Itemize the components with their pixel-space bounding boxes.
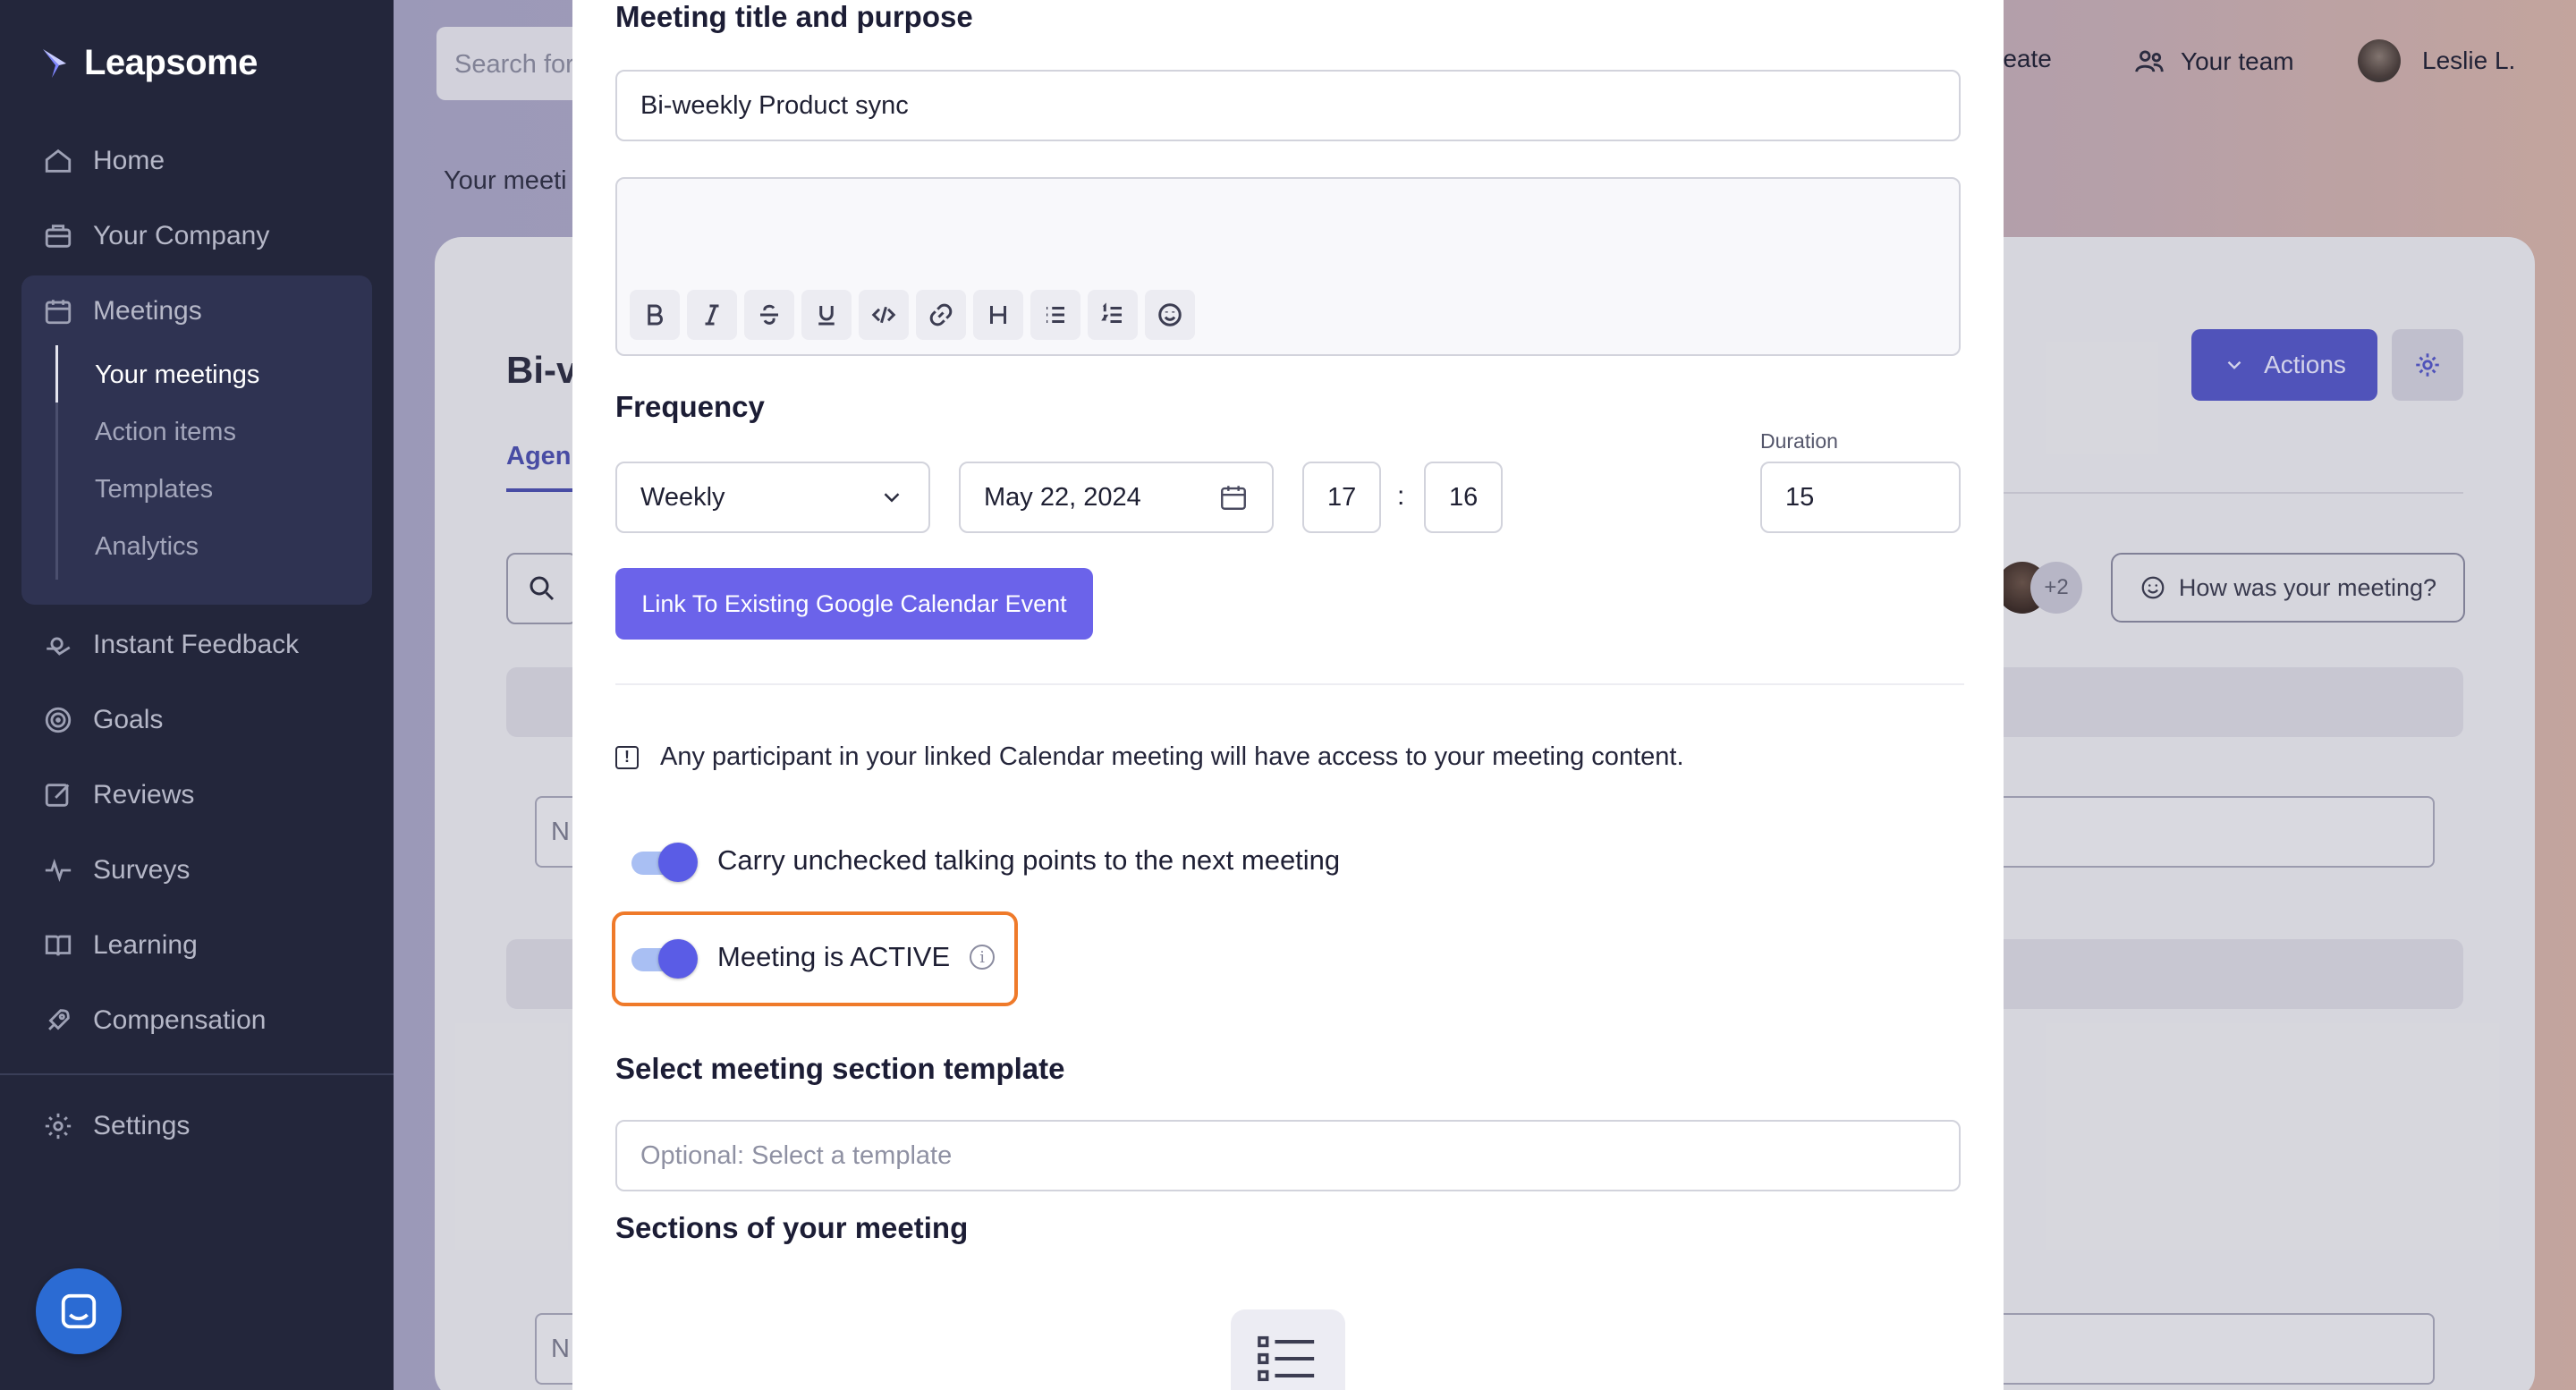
numbered-list-button[interactable] <box>1088 290 1138 340</box>
sidebar-item-your-company[interactable]: Your Company <box>43 214 269 259</box>
strikethrough-icon <box>760 304 778 325</box>
toggle-knob <box>658 843 698 882</box>
sidebar-item-goals[interactable]: Goals <box>43 698 163 742</box>
sidebar-item-label: Learning <box>93 930 198 960</box>
leapsome-logo[interactable]: Leapsome <box>39 43 258 83</box>
duration-input[interactable]: 15 <box>1760 462 1961 533</box>
carry-talking-points-row: Carry unchecked talking points to the ne… <box>631 843 1341 882</box>
home-icon <box>45 148 72 173</box>
time-separator: : <box>1397 481 1405 511</box>
book-icon <box>45 935 72 956</box>
sidebar-item-label: Your Company <box>93 221 270 250</box>
start-date-input[interactable]: May 22, 2024 <box>959 462 1274 533</box>
carry-talking-points-label: Carry unchecked talking points to the ne… <box>717 844 1341 876</box>
duration-label: Duration <box>1760 429 1838 453</box>
emoji-button[interactable] <box>1145 290 1195 340</box>
meeting-purpose-editor[interactable] <box>615 177 1961 356</box>
sidebar-item-label: Goals <box>93 705 164 734</box>
meeting-title-input[interactable]: Bi-weekly Product sync <box>615 70 1961 141</box>
underline-button[interactable] <box>801 290 852 340</box>
frequency-select[interactable]: Weekly <box>615 462 930 533</box>
sidebar-item-label: Reviews <box>93 780 195 809</box>
sidebar-item-label: Instant Feedback <box>93 630 300 659</box>
alert-icon: ! <box>615 745 639 769</box>
toggle-knob <box>658 939 698 979</box>
sidebar-divider <box>0 1073 394 1075</box>
start-date-value: May 22, 2024 <box>984 482 1141 512</box>
bullet-list-icon <box>1046 307 1064 323</box>
sidebar-subitem-action-items[interactable]: Action items <box>95 418 236 447</box>
chat-icon <box>61 1293 97 1329</box>
sidebar-item-label: Meetings <box>93 296 202 326</box>
numbered-list-icon <box>1101 302 1122 323</box>
sidebar-item-learning[interactable]: Learning <box>43 923 198 968</box>
sidebar-item-meetings[interactable]: Meetings <box>43 289 202 334</box>
chevron-down-icon <box>884 493 900 503</box>
sidebar-item-instant-feedback[interactable]: Instant Feedback <box>43 623 299 667</box>
calendar-icon <box>1221 486 1246 510</box>
target-icon <box>45 707 72 733</box>
frequency-heading: Frequency <box>615 390 765 423</box>
strikethrough-button[interactable] <box>744 290 794 340</box>
modal-divider <box>615 683 1964 685</box>
sidebar-item-compensation[interactable]: Compensation <box>43 998 266 1043</box>
sidebar-subitem-your-meetings[interactable]: Your meetings <box>95 360 259 390</box>
feedback-icon <box>47 637 71 656</box>
info-icon[interactable]: i <box>970 945 996 970</box>
sidebar-item-label: Home <box>93 146 165 175</box>
sidebar-item-home[interactable]: Home <box>43 139 165 183</box>
list-icon <box>1258 1335 1315 1382</box>
meeting-active-toggle[interactable] <box>631 939 698 979</box>
section-template-placeholder: Optional: Select a template <box>640 1140 953 1170</box>
start-hour-input[interactable]: 17 <box>1302 462 1381 533</box>
gear-icon <box>45 1113 72 1140</box>
section-template-heading: Select meeting section template <box>615 1052 1065 1085</box>
sidebar-item-reviews[interactable]: Reviews <box>43 773 194 818</box>
sidebar: Leapsome Home Your Company Meetings Your… <box>0 0 394 1390</box>
bold-button[interactable] <box>630 290 680 340</box>
empty-sections-illustration <box>1231 1309 1345 1390</box>
calendar-icon <box>45 300 72 325</box>
section-template-select[interactable]: Optional: Select a template <box>615 1120 1961 1191</box>
submenu-active-indicator <box>55 345 58 403</box>
bullet-list-button[interactable] <box>1030 290 1080 340</box>
emoji-icon <box>1158 303 1182 326</box>
link-button[interactable] <box>916 290 966 340</box>
link-icon <box>929 303 953 326</box>
logo-text: Leapsome <box>84 43 258 82</box>
support-chat-button[interactable] <box>36 1268 122 1354</box>
underline-icon <box>818 306 835 326</box>
sidebar-item-settings[interactable]: Settings <box>43 1104 190 1148</box>
meeting-title-heading: Meeting title and purpose <box>615 0 973 33</box>
briefcase-icon <box>45 225 72 248</box>
sections-heading: Sections of your meeting <box>615 1211 969 1244</box>
sidebar-item-label: Surveys <box>93 855 191 885</box>
code-icon <box>871 306 896 324</box>
sidebar-subitem-templates[interactable]: Templates <box>95 475 213 504</box>
sidebar-item-label: Compensation <box>93 1005 267 1035</box>
leapsome-bird-icon <box>43 48 66 78</box>
italic-icon <box>705 304 719 326</box>
edit-icon <box>45 784 70 807</box>
sidebar-item-surveys[interactable]: Surveys <box>43 848 190 893</box>
link-google-calendar-button[interactable]: Link To Existing Google Calendar Event <box>615 568 1093 640</box>
calendar-access-notice: ! Any participant in your linked Calenda… <box>615 742 1684 772</box>
rocket-icon <box>48 1009 70 1030</box>
code-button[interactable] <box>859 290 909 340</box>
frequency-value: Weekly <box>640 482 725 512</box>
bold-icon <box>648 304 663 326</box>
heading-button[interactable] <box>973 290 1023 340</box>
sidebar-subitem-analytics[interactable]: Analytics <box>95 532 199 562</box>
heading-icon <box>990 306 1006 324</box>
pulse-icon <box>45 859 72 882</box>
sidebar-item-label: Settings <box>93 1111 191 1140</box>
calendar-access-text: Any participant in your linked Calendar … <box>660 742 1684 771</box>
meeting-active-row: Meeting is ACTIVE i <box>631 939 996 979</box>
meeting-active-label: Meeting is ACTIVE <box>717 941 951 972</box>
italic-button[interactable] <box>687 290 737 340</box>
start-minute-input[interactable]: 16 <box>1424 462 1503 533</box>
carry-talking-points-toggle[interactable] <box>631 843 698 882</box>
